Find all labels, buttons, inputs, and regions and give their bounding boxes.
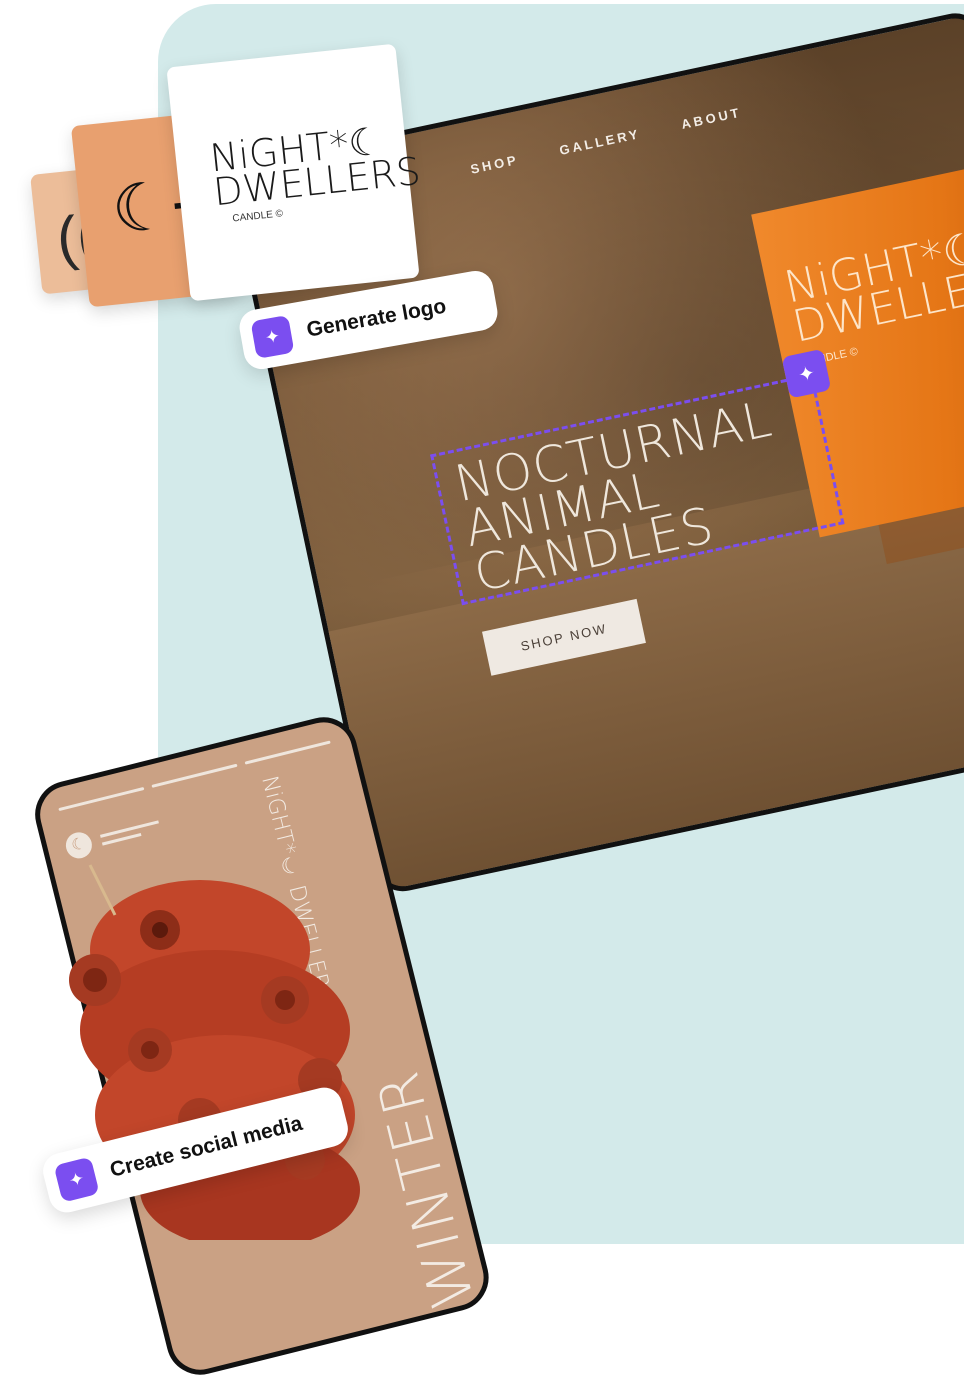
product-brand: NiGHT*☾ DWELLERS [780, 221, 964, 353]
magic-wand-icon: ✦ [250, 314, 295, 359]
logo-option-card-selected[interactable]: NiGHT*☾ DWELLERS CANDLE © [166, 43, 423, 302]
avatar: ☾ [63, 829, 95, 862]
generate-logo-label: Generate logo [304, 294, 448, 342]
logo-wordmark: NiGHT*☾ DWELLERS [207, 118, 423, 215]
magic-wand-icon[interactable]: ✦ [781, 348, 832, 399]
story-progress-bars [58, 740, 331, 812]
magic-wand-icon: ✦ [53, 1156, 100, 1203]
